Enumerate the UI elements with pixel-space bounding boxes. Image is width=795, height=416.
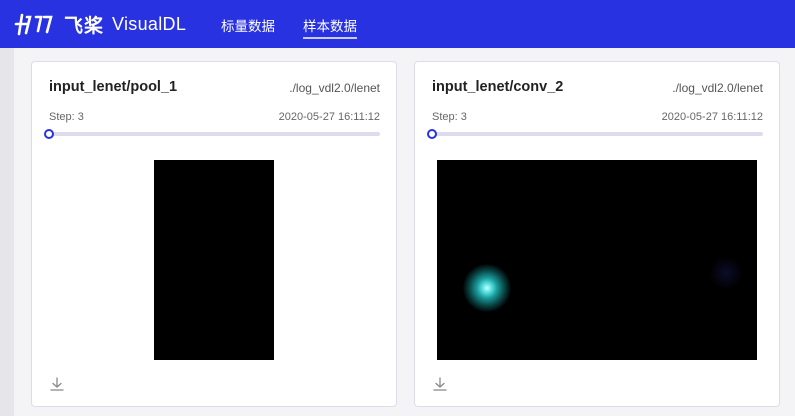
paddle-logo-icon	[14, 13, 53, 36]
step-slider-handle[interactable]	[427, 129, 437, 139]
download-icon[interactable]	[432, 376, 448, 392]
sample-image	[154, 160, 274, 360]
nav-tab-samples[interactable]: 样本数据	[303, 15, 357, 39]
card-title: input_lenet/conv_2	[432, 79, 564, 95]
top-nav-bar: 飞桨 VisualDL 标量数据 样本数据	[0, 0, 795, 48]
logo-text-cn: 飞桨	[64, 14, 105, 37]
logo[interactable]: 飞桨 VisualDL	[14, 9, 186, 39]
activation-glow-faint	[709, 256, 743, 290]
step-label: Step: 3	[432, 111, 467, 123]
step-slider-handle[interactable]	[44, 129, 54, 139]
step-label: Step: 3	[49, 111, 84, 123]
download-icon[interactable]	[49, 376, 65, 392]
sidebar-strip	[0, 48, 14, 416]
brand-name: VisualDL	[112, 13, 187, 34]
step-slider-track[interactable]	[49, 132, 380, 136]
nav-tab-scalars[interactable]: 标量数据	[221, 15, 275, 35]
sample-card-pool1: input_lenet/pool_1 ./log_vdl2.0/lenet St…	[31, 61, 397, 407]
activation-glow	[463, 264, 511, 312]
sample-card-conv2: input_lenet/conv_2 ./log_vdl2.0/lenet St…	[414, 61, 780, 407]
card-run-name: ./log_vdl2.0/lenet	[289, 81, 380, 95]
card-run-name: ./log_vdl2.0/lenet	[672, 81, 763, 95]
step-timestamp: 2020-05-27 16:11:12	[661, 111, 763, 123]
step-slider-track[interactable]	[432, 132, 763, 136]
card-title: input_lenet/pool_1	[49, 79, 178, 95]
sample-image	[437, 160, 757, 360]
step-timestamp: 2020-05-27 16:11:12	[278, 111, 380, 123]
